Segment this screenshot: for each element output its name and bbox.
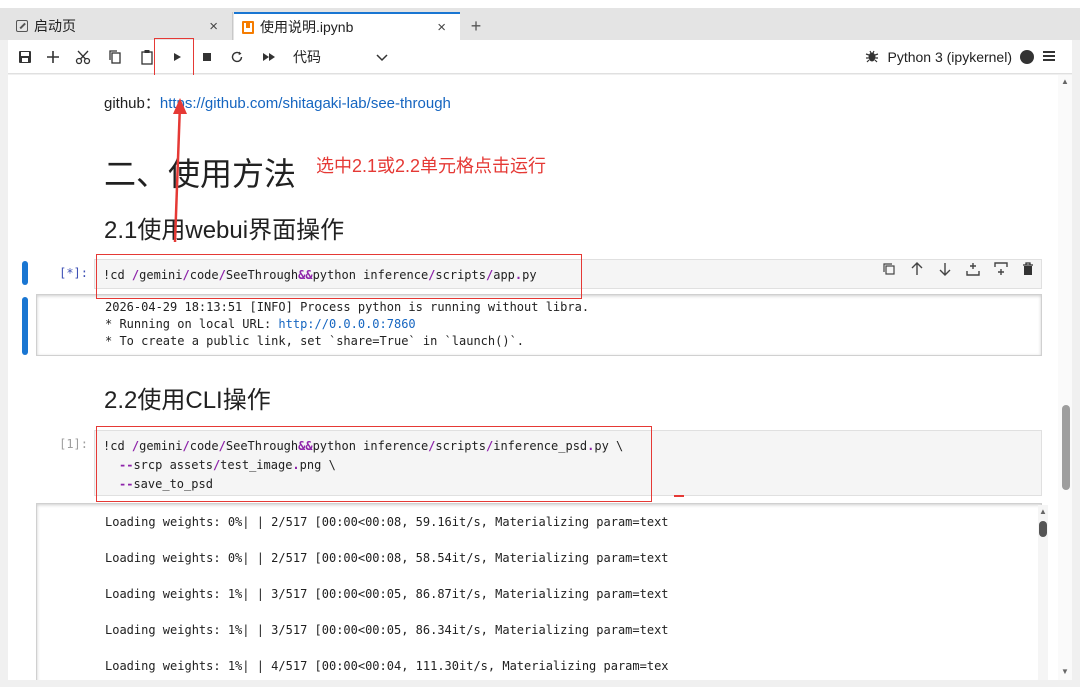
tab-notebook[interactable]: 使用说明.ipynb × [234, 12, 460, 40]
run-button-highlight [154, 38, 194, 77]
kernel-busy-indicator [1020, 50, 1034, 64]
red-mark [674, 495, 684, 497]
add-cell-icon[interactable] [42, 46, 64, 68]
github-link[interactable]: https://github.com/shitagaki-lab/see-thr… [160, 95, 451, 112]
close-icon[interactable]: × [437, 19, 446, 36]
notebook-scroll-thumb[interactable] [1062, 405, 1070, 490]
save-icon[interactable] [14, 46, 36, 68]
heading-usage: 二、使用方法 [104, 156, 297, 192]
kernel-status[interactable]: Python 3 (ipykernel) [865, 46, 1056, 68]
cut-icon[interactable] [72, 46, 94, 68]
scroll-up-icon[interactable]: ▲ [1061, 77, 1069, 86]
restart-icon[interactable] [226, 46, 248, 68]
copy-icon[interactable] [104, 46, 126, 68]
stop-icon[interactable] [196, 46, 218, 68]
scroll-up-icon[interactable]: ▲ [1039, 507, 1047, 516]
tab-label: 启动页 [34, 18, 76, 34]
menu-icon[interactable] [1042, 49, 1056, 65]
cell-toolbar [882, 262, 1034, 280]
cell-output: 2026-04-29 18:13:51 [INFO] Process pytho… [36, 294, 1042, 356]
output-line: Loading weights: 0%| | 2/517 [00:00<00:0… [105, 551, 669, 565]
output-line: Loading weights: 0%| | 2/517 [00:00<00:0… [105, 515, 669, 529]
new-tab-button[interactable]: + [463, 12, 489, 40]
duplicate-icon[interactable] [882, 262, 896, 280]
cell1-highlight [96, 254, 582, 299]
chevron-down-icon [376, 49, 388, 65]
notebook-icon [242, 20, 254, 34]
output-scroll-thumb[interactable] [1039, 521, 1047, 537]
close-icon[interactable]: × [209, 18, 218, 35]
fast-forward-icon[interactable] [258, 46, 280, 68]
annotation-text: 选中2.1或2.2单元格点击运行 [316, 156, 547, 176]
notebook-panel: github：https://github.com/shitagaki-lab/… [8, 75, 1072, 680]
cell2-highlight [96, 426, 652, 502]
notebook-scrollbar[interactable]: ▲ ▼ [1058, 75, 1072, 680]
heading-cli: 2.2使用CLI操作 [104, 387, 271, 414]
scroll-down-icon[interactable]: ▼ [1061, 667, 1069, 676]
cell-prompt: [*]: [59, 266, 88, 280]
cell-prompt: [1]: [59, 437, 88, 451]
tab-bar: 启动页 × 使用说明.ipynb × + [0, 0, 1080, 40]
insert-above-icon[interactable] [966, 262, 980, 280]
move-up-icon[interactable] [910, 262, 924, 280]
kernel-name[interactable]: Python 3 (ipykernel) [887, 49, 1012, 65]
top-strip [0, 0, 1080, 8]
tab-label: 使用说明.ipynb [260, 19, 354, 35]
cell-type-select[interactable]: 代码 [293, 46, 388, 68]
output-line: * Running on local URL: http://0.0.0.0:7… [105, 317, 416, 331]
output-line: Loading weights: 1%| | 3/517 [00:00<00:0… [105, 623, 669, 637]
github-label: github： [104, 95, 160, 112]
output-line: * To create a public link, set `share=Tr… [105, 334, 525, 348]
delete-icon[interactable] [1022, 262, 1034, 280]
move-down-icon[interactable] [938, 262, 952, 280]
bug-icon[interactable] [865, 49, 879, 66]
tab-launcher[interactable]: 启动页 × [8, 12, 233, 40]
launcher-icon [16, 20, 28, 32]
insert-below-icon[interactable] [994, 262, 1008, 280]
cell-type-label: 代码 [293, 49, 321, 65]
output-scrollbar[interactable]: ▲ [1038, 505, 1048, 680]
local-url-link[interactable]: http://0.0.0.0:7860 [278, 317, 415, 331]
output-line: 2026-04-29 18:13:51 [INFO] Process pytho… [105, 300, 590, 314]
heading-webui: 2.1使用webui界面操作 [104, 217, 345, 244]
output-line: Loading weights: 1%| | 3/517 [00:00<00:0… [105, 587, 669, 601]
github-line: github：https://github.com/shitagaki-lab/… [104, 92, 451, 113]
active-cell-bar [22, 297, 28, 355]
cell-output: Loading weights: 0%| | 2/517 [00:00<00:0… [36, 503, 1042, 680]
output-line: Loading weights: 1%| | 4/517 [00:00<00:0… [105, 659, 669, 673]
